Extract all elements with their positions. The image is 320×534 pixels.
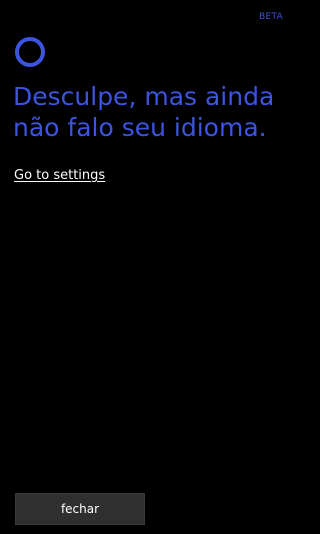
cortana-ring-icon bbox=[13, 35, 47, 69]
close-button[interactable]: fechar bbox=[15, 493, 145, 525]
beta-badge: BETA bbox=[258, 12, 283, 22]
message-line-1: Desculpe, mas ainda bbox=[13, 82, 275, 111]
language-unsupported-message: Desculpe, mas ainda não falo seu idioma. bbox=[13, 81, 293, 143]
message-line-2: não falo seu idioma. bbox=[13, 113, 267, 142]
go-to-settings-link[interactable]: Go to settings bbox=[14, 168, 105, 183]
